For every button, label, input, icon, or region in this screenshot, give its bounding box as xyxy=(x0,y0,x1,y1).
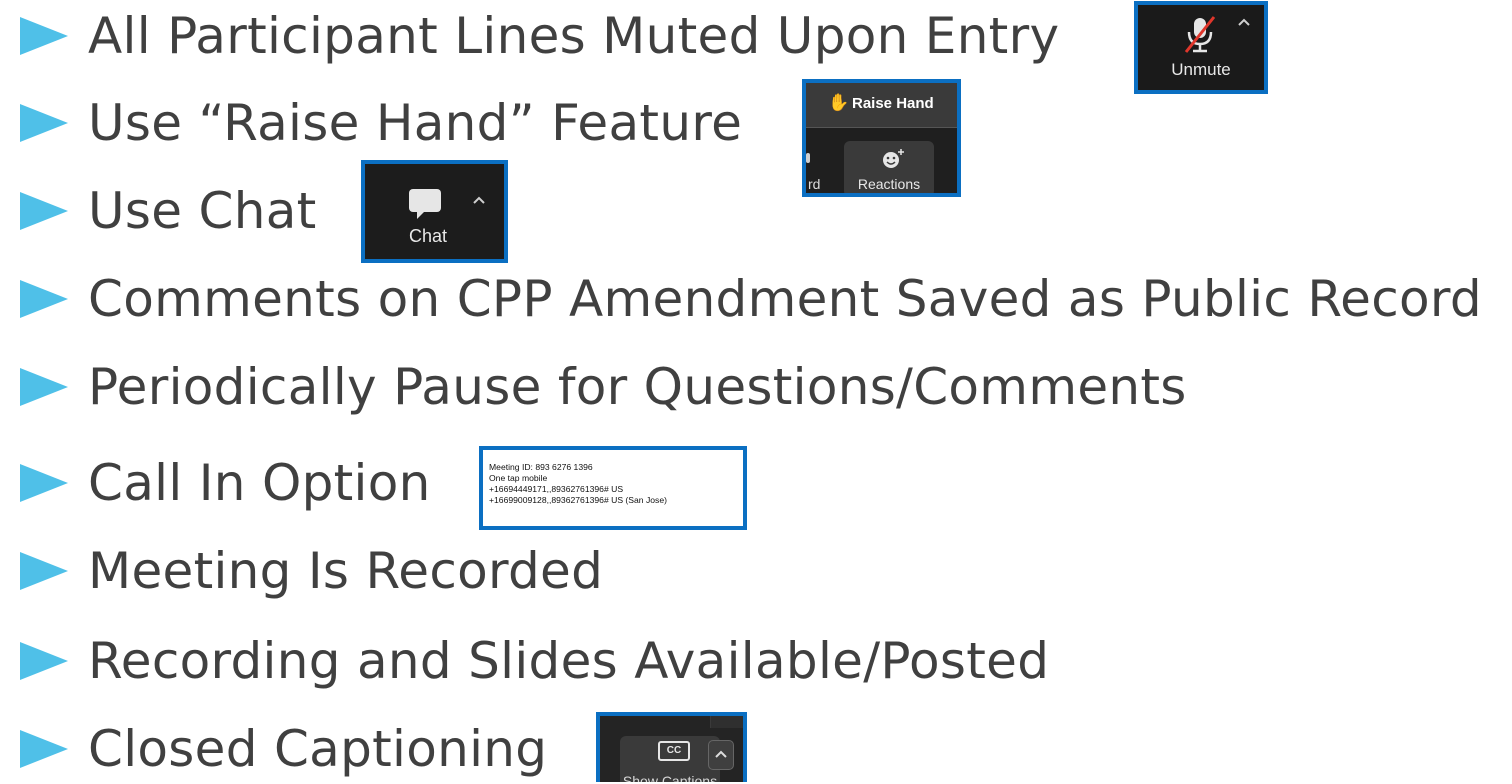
bullet-text: Use “Raise Hand” Feature xyxy=(88,94,743,152)
chevron-up-icon xyxy=(715,750,727,758)
bullet-triangle-icon xyxy=(20,104,68,142)
bullet-triangle-icon xyxy=(20,642,68,680)
one-tap-line: One tap mobile xyxy=(489,473,548,483)
bullet-triangle-icon xyxy=(20,464,68,502)
bullet-text: Recording and Slides Available/Posted xyxy=(88,632,1050,690)
cut-off-label: rd xyxy=(808,176,821,192)
show-captions-label: Show Captions xyxy=(622,773,718,782)
chevron-up-icon[interactable] xyxy=(1237,17,1251,27)
bullet-item: Call In Option xyxy=(20,448,431,518)
chevron-up-icon[interactable] xyxy=(472,195,486,205)
bullet-text: Closed Captioning xyxy=(88,720,548,778)
cut-off-icon xyxy=(806,153,810,163)
captions-button-screenshot: CC Show Captions xyxy=(596,712,747,782)
captions-options-button[interactable] xyxy=(708,740,734,770)
phone-number-line: +16694449171,,89362761396# US xyxy=(489,484,624,494)
bullet-text: Use Chat xyxy=(88,182,317,240)
bullet-text: All Participant Lines Muted Upon Entry xyxy=(88,7,1060,65)
call-in-info-screenshot: Meeting ID: 893 6276 1396 One tap mobile… xyxy=(479,446,747,530)
raise-hand-menu-item[interactable]: ✋ Raise Hand xyxy=(806,83,957,128)
bullet-text: Call In Option xyxy=(88,454,431,512)
bullet-text: Periodically Pause for Questions/Comment… xyxy=(88,358,1187,416)
bullet-triangle-icon xyxy=(20,192,68,230)
bullet-item: Closed Captioning xyxy=(20,714,547,784)
reactions-label: Reactions xyxy=(857,176,921,192)
muted-microphone-icon xyxy=(1184,16,1216,53)
bullet-item: Use Chat xyxy=(20,176,317,246)
unmute-label: Unmute xyxy=(1171,60,1231,79)
bullet-item: Comments on CPP Amendment Saved as Publi… xyxy=(20,264,1482,334)
bullet-triangle-icon xyxy=(20,552,68,590)
hand-icon: ✋ xyxy=(828,93,850,112)
chat-bubble-icon xyxy=(409,189,441,219)
bullet-text: Meeting Is Recorded xyxy=(88,542,604,600)
chat-button-screenshot[interactable]: Chat xyxy=(361,160,508,263)
raise-hand-label: Raise Hand xyxy=(852,95,934,112)
bullet-item: Periodically Pause for Questions/Comment… xyxy=(20,352,1187,422)
reactions-icon xyxy=(883,149,904,168)
bullet-text: Comments on CPP Amendment Saved as Publi… xyxy=(88,270,1482,328)
phone-number-line: +16699009128,,89362761396# US (San Jose) xyxy=(489,495,667,505)
bullet-triangle-icon xyxy=(20,17,68,55)
bullet-triangle-icon xyxy=(20,280,68,318)
unmute-button-screenshot[interactable]: Unmute xyxy=(1134,1,1268,94)
chat-label: Chat xyxy=(408,226,448,246)
meeting-id-line: Meeting ID: 893 6276 1396 xyxy=(489,462,593,472)
window-edge xyxy=(710,716,743,728)
raise-hand-screenshot: ✋ Raise Hand rd Reactions xyxy=(802,79,961,197)
bullet-item: Recording and Slides Available/Posted xyxy=(20,626,1049,696)
bullet-triangle-icon xyxy=(20,730,68,768)
closed-caption-icon: CC xyxy=(658,741,690,761)
bullet-item: All Participant Lines Muted Upon Entry xyxy=(20,1,1059,71)
bullet-item: Use “Raise Hand” Feature xyxy=(20,88,742,158)
bullet-triangle-icon xyxy=(20,368,68,406)
bullet-item: Meeting Is Recorded xyxy=(20,536,603,606)
